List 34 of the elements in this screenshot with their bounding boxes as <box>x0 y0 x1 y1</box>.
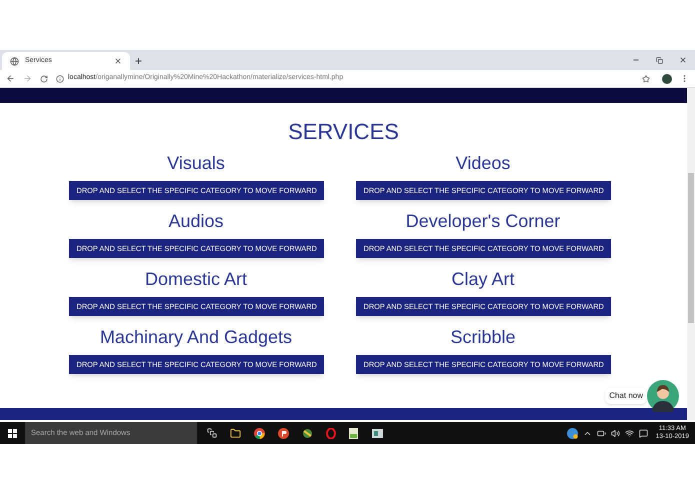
chat-now-bubble[interactable]: Chat now <box>605 388 647 404</box>
window-app-icon[interactable] <box>372 428 383 438</box>
opera-icon[interactable] <box>326 428 336 438</box>
notification-icon[interactable] <box>638 428 648 438</box>
notepad-icon[interactable] <box>349 428 359 438</box>
service-title: Machinary And Gadgets <box>100 326 292 349</box>
help-icon[interactable] <box>566 428 578 438</box>
profile-avatar[interactable] <box>662 74 672 84</box>
close-icon[interactable] <box>679 56 687 64</box>
back-icon[interactable] <box>6 74 15 83</box>
app-icon[interactable] <box>278 428 289 438</box>
browser-icon[interactable] <box>254 428 265 438</box>
volume-icon[interactable] <box>610 428 620 438</box>
close-tab-icon[interactable] <box>114 57 122 65</box>
globe-app-icon[interactable] <box>302 428 313 438</box>
restore-icon[interactable] <box>656 56 663 64</box>
service-title: Scribble <box>450 326 516 349</box>
star-icon[interactable] <box>642 74 650 82</box>
reload-icon[interactable] <box>40 74 48 82</box>
page-heading: SERVICES <box>288 118 399 146</box>
windows-start-icon[interactable] <box>8 428 17 438</box>
task-view-icon[interactable] <box>207 428 217 438</box>
service-title: Developer's Corner <box>406 210 560 233</box>
info-icon <box>56 74 64 82</box>
service-title: Clay Art <box>451 268 515 291</box>
service-title: Videos <box>456 152 510 175</box>
service-title: Audios <box>168 210 224 233</box>
globe-icon <box>10 56 19 66</box>
battery-icon[interactable] <box>596 428 606 438</box>
service-title: Visuals <box>167 152 225 175</box>
new-tab-button[interactable]: + <box>135 54 142 68</box>
service-title: Domestic Art <box>144 268 248 291</box>
wifi-icon[interactable] <box>624 428 634 438</box>
folder-icon[interactable] <box>230 428 241 438</box>
